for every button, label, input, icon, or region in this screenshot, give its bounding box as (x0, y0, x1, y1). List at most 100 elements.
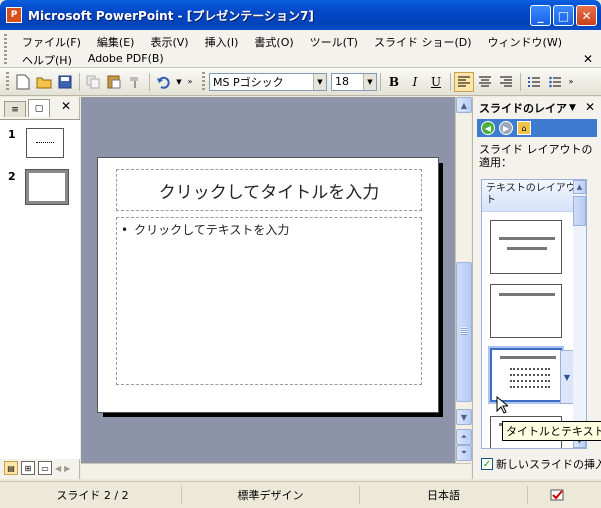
bullet-marker: • (121, 223, 129, 237)
chevron-down-icon[interactable]: ▼ (569, 103, 576, 113)
task-pane-header[interactable]: スライドのレイア ▼ ✕ (473, 97, 601, 119)
pane-tabs: ≡ ▢ ✕ (0, 97, 79, 117)
status-bar: スライド 2 / 2 標準デザイン 日本語 (0, 481, 601, 508)
previous-slide-icon[interactable]: ⏶ (456, 429, 472, 445)
italic-button[interactable]: I (405, 72, 425, 92)
menu-tools[interactable]: ツール(T) (302, 33, 366, 51)
insert-new-slide-checkbox-row[interactable]: ✓ 新しいスライドの挿入 (481, 456, 601, 472)
toolbar-separator (149, 72, 150, 91)
toolbar-separator (79, 72, 80, 91)
toolbar-grip-handle[interactable] (6, 71, 9, 92)
paste-icon[interactable] (104, 72, 124, 92)
align-center-icon[interactable] (475, 72, 495, 92)
slides-tab-icon[interactable]: ▢ (28, 99, 50, 117)
vertical-scrollbar[interactable]: ▲ ▼ ⏶ ⏷ (455, 97, 472, 463)
scroll-left-icon[interactable]: ◀ (55, 464, 61, 473)
pane-close-icon[interactable]: ✕ (61, 99, 71, 113)
insert-new-slide-checkbox[interactable]: ✓ (481, 458, 493, 470)
thumbnail-row: 2 (8, 169, 69, 205)
menu-view[interactable]: 表示(V) (142, 33, 196, 51)
slide-editing-area[interactable]: クリックしてタイトルを入力 • クリックしてテキストを入力 (81, 97, 455, 463)
formatting-toolbar: ▼ » MS Pゴシック ▼ 18 ▼ B I U » (0, 68, 601, 96)
save-icon[interactable] (55, 72, 75, 92)
menu-grip-handle[interactable] (4, 34, 7, 64)
scrollbar-thumb[interactable] (573, 196, 586, 226)
menu-row-1: ファイル(F) 編集(E) 表示(V) 挿入(I) 書式(O) ツール(T) ス… (14, 33, 570, 51)
menu-adobe-pdf[interactable]: Adobe PDF(B) (80, 51, 172, 69)
slide[interactable]: クリックしてタイトルを入力 • クリックしてテキストを入力 (97, 157, 439, 413)
copy-icon[interactable] (83, 72, 103, 92)
bullet-list-icon[interactable] (545, 72, 565, 92)
layout-title-bar[interactable] (490, 284, 562, 338)
body-placeholder[interactable]: • クリックしてテキストを入力 (116, 217, 422, 385)
outline-tab-icon[interactable]: ≡ (4, 101, 26, 117)
toolbar-overflow-icon[interactable]: » (566, 72, 576, 92)
menu-edit[interactable]: 編集(E) (89, 33, 143, 51)
underline-button[interactable]: U (426, 72, 446, 92)
insert-new-slide-label: 新しいスライドの挿入 (496, 458, 601, 471)
title-placeholder[interactable]: クリックしてタイトルを入力 (116, 169, 422, 211)
align-right-icon[interactable] (496, 72, 516, 92)
menu-bar: ファイル(F) 編集(E) 表示(V) 挿入(I) 書式(O) ツール(T) ス… (0, 30, 601, 68)
forward-icon[interactable]: ▶ (499, 121, 513, 135)
document-close-icon[interactable]: ✕ (583, 52, 593, 66)
undo-icon[interactable] (153, 72, 173, 92)
slide-position-status: スライド 2 / 2 (4, 486, 182, 504)
undo-dropdown-icon[interactable]: ▼ (174, 72, 184, 92)
slide-number: 1 (8, 128, 16, 141)
new-document-icon[interactable] (13, 72, 33, 92)
font-size-select[interactable]: 18 ▼ (331, 72, 377, 91)
scroll-down-icon[interactable]: ▼ (456, 409, 472, 425)
menu-window[interactable]: ウィンドウ(W) (480, 33, 570, 51)
menu-insert[interactable]: 挿入(I) (197, 33, 247, 51)
toolbar-grip-handle[interactable] (202, 71, 205, 92)
mouse-cursor-icon (496, 396, 508, 414)
design-status: 標準デザイン (182, 486, 360, 504)
toolbar-separator (450, 72, 451, 91)
toolbar-overflow-icon[interactable]: » (185, 72, 195, 92)
format-painter-icon[interactable] (125, 72, 145, 92)
slide-thumbnail[interactable] (26, 128, 64, 158)
scroll-right-icon[interactable]: ▶ (64, 464, 70, 473)
slide-sorter-view-icon[interactable]: ⊞ (21, 461, 35, 475)
align-left-icon[interactable] (454, 71, 474, 92)
chevron-down-icon[interactable]: ▼ (560, 350, 574, 404)
layout-title-and-text[interactable]: ▼ (488, 346, 574, 404)
minimize-button[interactable]: _ (530, 5, 551, 26)
body-placeholder-text: クリックしてテキストを入力 (134, 223, 290, 237)
layout-section-heading: テキストのレイアウト (482, 180, 586, 212)
font-size-value: 18 (335, 75, 349, 88)
menu-help[interactable]: ヘルプ(H) (14, 51, 80, 69)
slideshow-view-icon[interactable]: ▭ (38, 461, 52, 475)
chevron-down-icon[interactable]: ▼ (313, 73, 326, 90)
menu-slideshow[interactable]: スライド ショー(D) (366, 33, 480, 51)
font-name-select[interactable]: MS Pゴシック ▼ (209, 72, 327, 91)
scrollbar-thumb[interactable] (456, 262, 472, 402)
chevron-down-icon[interactable]: ▼ (363, 73, 376, 90)
spelling-status-icon[interactable] (528, 486, 588, 504)
slide-thumbnail-selected[interactable] (25, 169, 69, 205)
scroll-up-icon[interactable]: ▲ (573, 180, 586, 194)
next-slide-icon[interactable]: ⏷ (456, 445, 472, 461)
scroll-up-icon[interactable]: ▲ (456, 97, 472, 113)
close-button[interactable]: ✕ (576, 5, 597, 26)
bold-button[interactable]: B (384, 72, 404, 92)
view-buttons: ▤ ⊞ ▭ ◀ ▶ (4, 461, 70, 475)
home-icon[interactable]: ⌂ (517, 121, 531, 135)
horizontal-scroll-area (81, 463, 471, 479)
slides-pane: ≡ ▢ ✕ 1 2 ▤ ⊞ ▭ ◀ ▶ (0, 97, 80, 479)
normal-view-icon[interactable]: ▤ (4, 461, 18, 475)
thumbnail-row: 1 (8, 128, 64, 158)
apply-layout-label: スライド レイアウトの適用： (479, 143, 593, 169)
back-icon[interactable]: ◀ (481, 121, 495, 135)
layout-title-only[interactable] (490, 220, 562, 274)
powerpoint-app-icon[interactable]: P (6, 7, 22, 23)
open-folder-icon[interactable] (34, 72, 54, 92)
numbered-list-icon[interactable] (524, 72, 544, 92)
font-name-value: MS Pゴシック (213, 75, 284, 89)
maximize-button[interactable]: □ (553, 5, 574, 26)
menu-format[interactable]: 書式(O) (246, 33, 301, 51)
menu-file[interactable]: ファイル(F) (14, 33, 89, 51)
task-pane-close-icon[interactable]: ✕ (585, 100, 595, 114)
layout-scrollbar[interactable]: ▲ ▼ (573, 180, 586, 448)
